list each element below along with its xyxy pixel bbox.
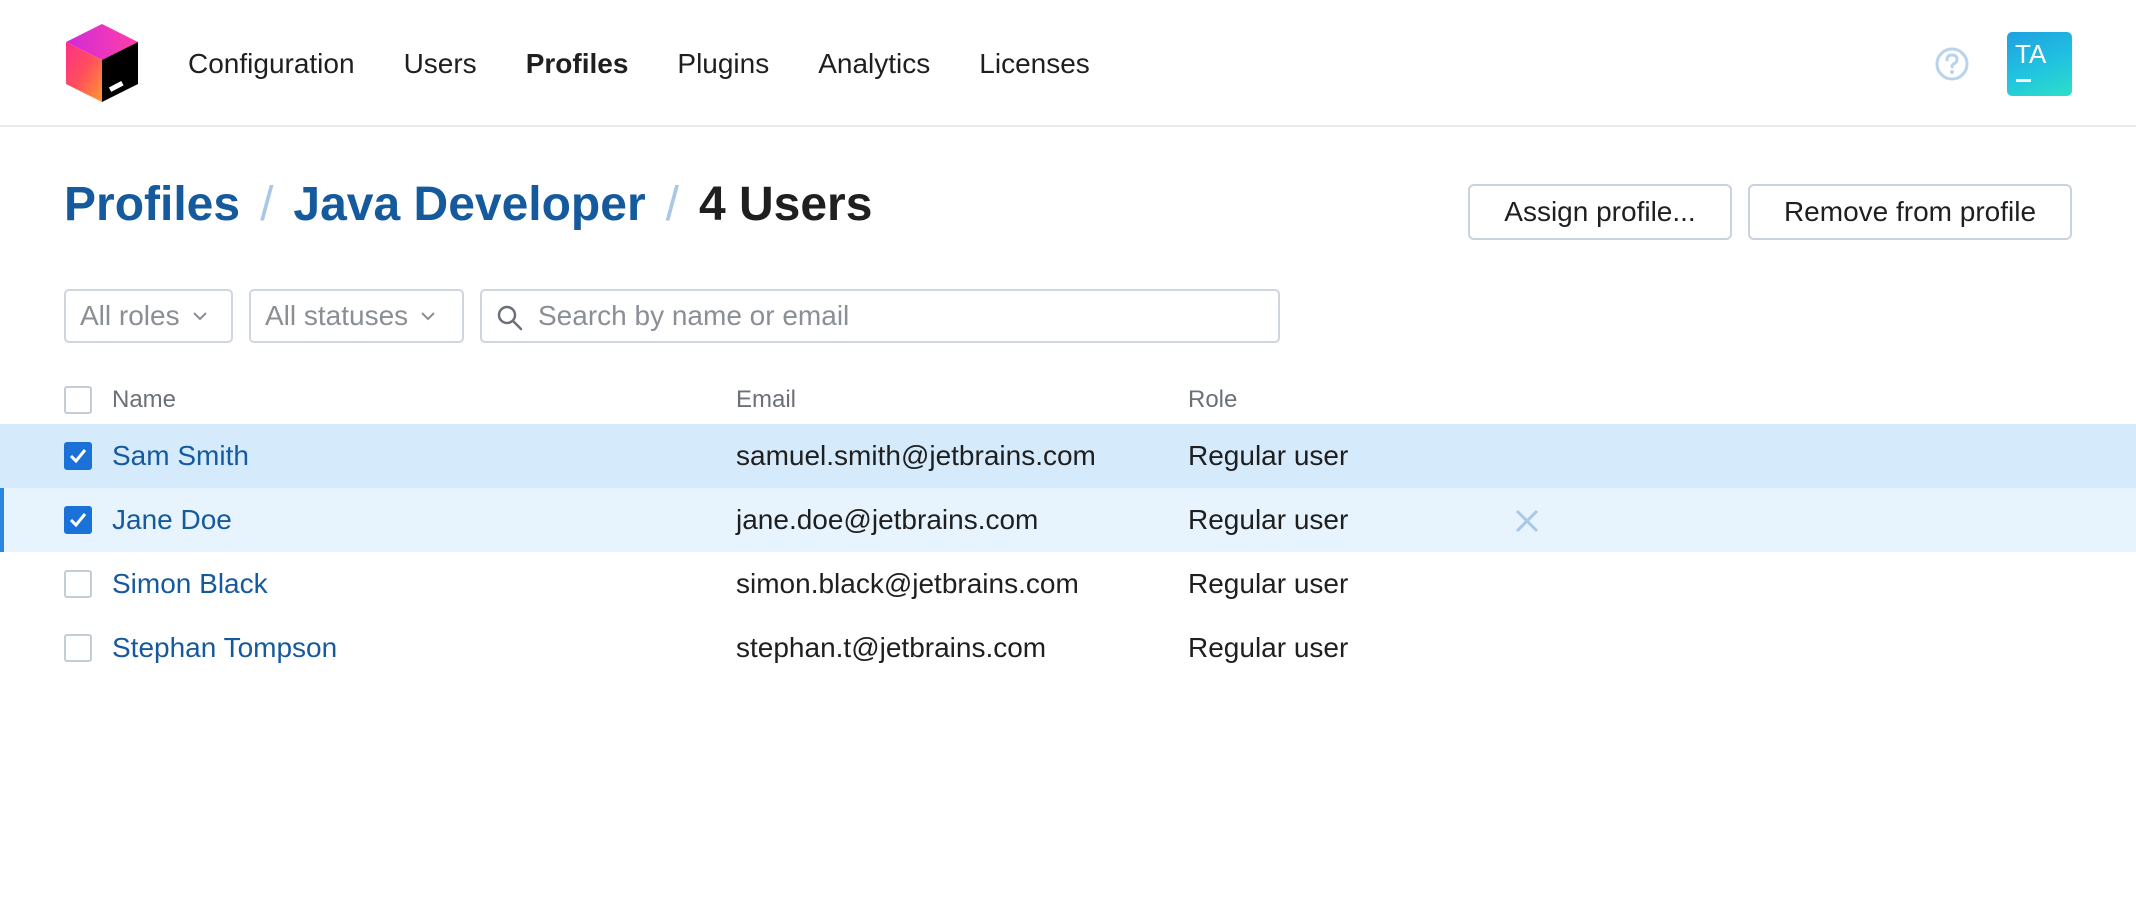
user-email: stephan.t@jetbrains.com	[736, 631, 1046, 665]
breadcrumb-separator: /	[260, 177, 273, 233]
search-box	[480, 289, 1280, 343]
breadcrumb: Profiles / Java Developer / 4 Users	[64, 177, 872, 233]
chevron-down-icon	[192, 308, 208, 324]
user-role: Regular user	[1188, 631, 1348, 665]
table-row[interactable]: Jane Doe jane.doe@jetbrains.com Regular …	[0, 488, 2136, 552]
roles-filter-label: All roles	[80, 300, 180, 332]
table-row[interactable]: Sam Smith samuel.smith@jetbrains.com Reg…	[0, 424, 2136, 488]
top-bar: Configuration Users Profiles Plugins Ana…	[0, 0, 2136, 127]
row-checkbox[interactable]	[64, 506, 92, 534]
page-title: 4 Users	[699, 177, 872, 233]
avatar-initials: TA	[2015, 40, 2046, 68]
nav-profiles[interactable]: Profiles	[526, 44, 629, 84]
roles-filter-dropdown[interactable]: All roles	[64, 289, 233, 343]
row-checkbox[interactable]	[64, 634, 92, 662]
row-checkbox[interactable]	[64, 570, 92, 598]
table-row[interactable]: Simon Black simon.black@jetbrains.com Re…	[0, 552, 2136, 616]
table-header: Name Email Role	[0, 380, 2136, 420]
column-header-role[interactable]: Role	[1188, 386, 1237, 414]
main-nav: Configuration Users Profiles Plugins Ana…	[188, 44, 1139, 84]
nav-configuration[interactable]: Configuration	[188, 44, 355, 84]
breadcrumb-java-developer[interactable]: Java Developer	[293, 177, 645, 233]
user-email: jane.doe@jetbrains.com	[736, 503, 1038, 537]
nav-licenses[interactable]: Licenses	[979, 44, 1090, 84]
user-role: Regular user	[1188, 503, 1348, 537]
search-input[interactable]	[538, 297, 1258, 335]
breadcrumb-profiles[interactable]: Profiles	[64, 177, 240, 233]
user-name-link[interactable]: Sam Smith	[112, 439, 249, 473]
row-checkbox[interactable]	[64, 442, 92, 470]
close-icon[interactable]	[1512, 506, 1542, 536]
user-email: samuel.smith@jetbrains.com	[736, 439, 1096, 473]
column-header-email[interactable]: Email	[736, 386, 796, 414]
chevron-down-icon	[420, 308, 436, 324]
column-header-name[interactable]: Name	[112, 386, 176, 414]
avatar[interactable]: TA	[2007, 32, 2072, 96]
user-name-link[interactable]: Jane Doe	[112, 503, 232, 537]
breadcrumb-separator: /	[666, 177, 679, 233]
avatar-underline	[2016, 79, 2031, 82]
check-icon	[68, 446, 88, 466]
statuses-filter-label: All statuses	[265, 300, 408, 332]
select-all-checkbox[interactable]	[64, 386, 92, 414]
nav-analytics[interactable]: Analytics	[818, 44, 930, 84]
user-role: Regular user	[1188, 439, 1348, 473]
question-circle-icon[interactable]	[1934, 46, 1970, 82]
check-icon	[68, 510, 88, 530]
user-name-link[interactable]: Simon Black	[112, 567, 268, 601]
table-row[interactable]: Stephan Tompson stephan.t@jetbrains.com …	[0, 616, 2136, 680]
user-role: Regular user	[1188, 567, 1348, 601]
statuses-filter-dropdown[interactable]: All statuses	[249, 289, 464, 343]
search-icon	[496, 304, 524, 332]
jetbrains-logo-icon[interactable]	[64, 22, 140, 104]
user-name-link[interactable]: Stephan Tompson	[112, 631, 337, 665]
remove-from-profile-button[interactable]: Remove from profile	[1748, 184, 2072, 240]
nav-plugins[interactable]: Plugins	[677, 44, 769, 84]
nav-users[interactable]: Users	[404, 44, 477, 84]
user-email: simon.black@jetbrains.com	[736, 567, 1079, 601]
assign-profile-button[interactable]: Assign profile...	[1468, 184, 1732, 240]
